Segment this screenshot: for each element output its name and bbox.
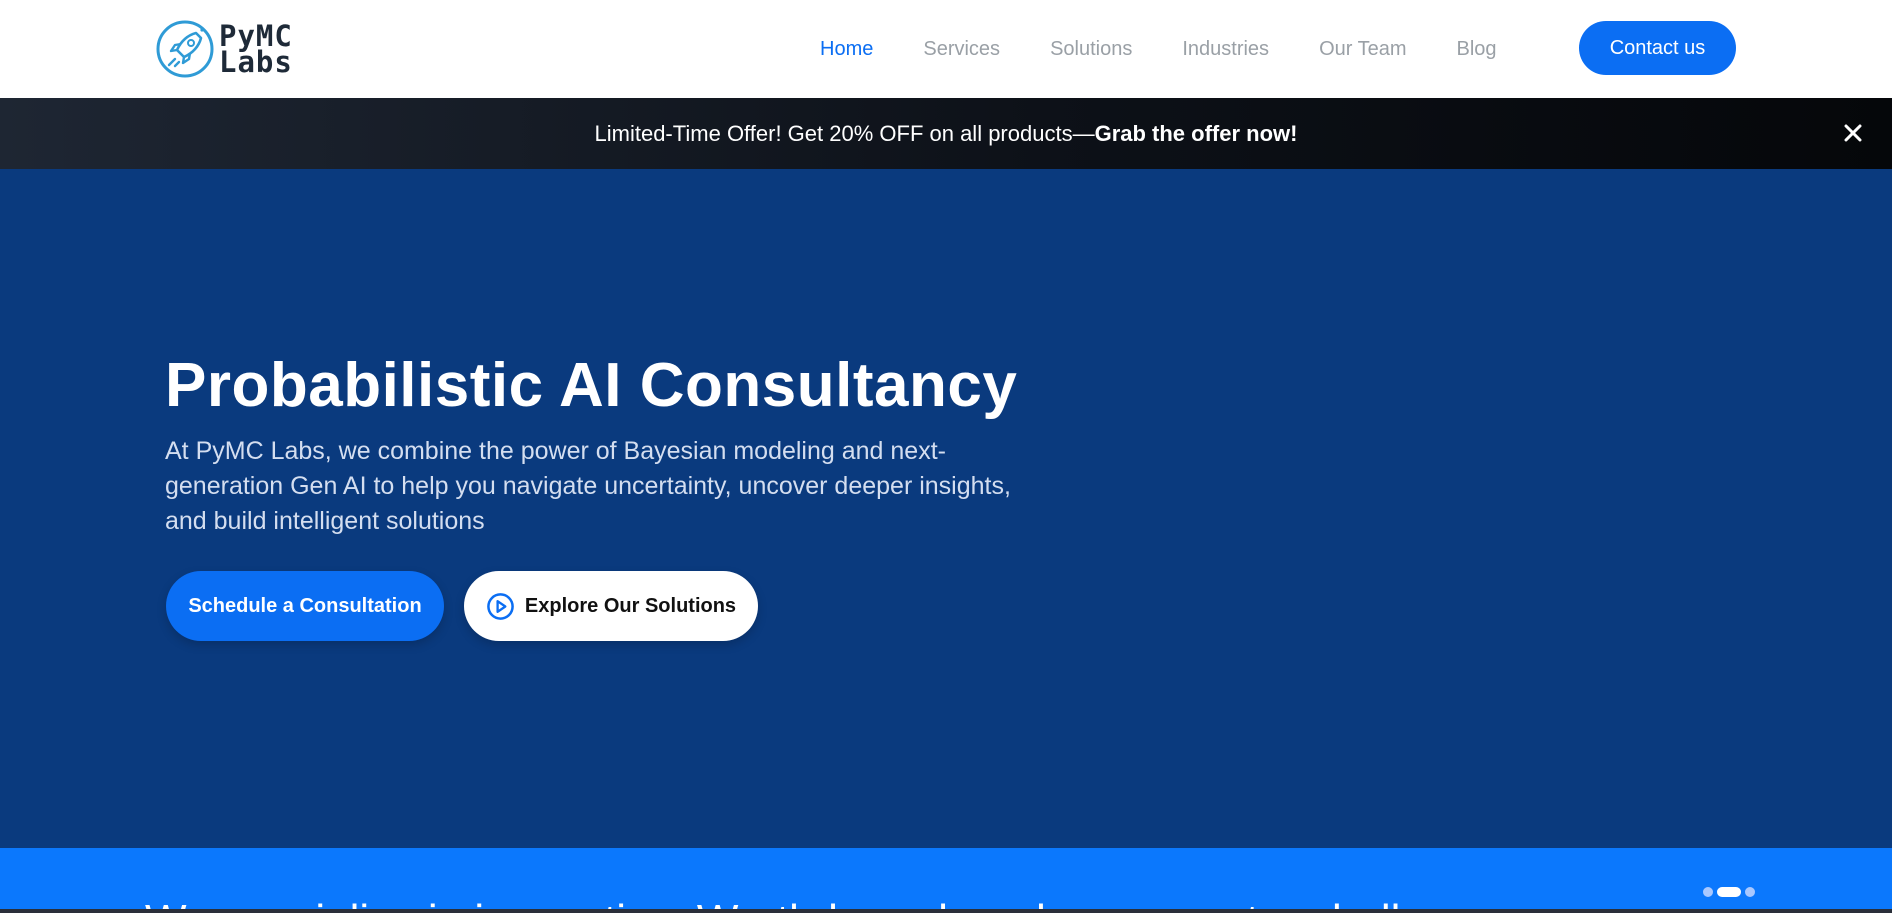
site-header: PyMC Labs Home Services Solutions Indust… [0,0,1892,98]
carousel-dot-active[interactable] [1717,887,1741,897]
explore-solutions-label: Explore Our Solutions [524,594,737,617]
specialize-strip: We specialize in innovative, Worth-based… [0,848,1892,913]
explore-solutions-button[interactable]: Explore Our Solutions [464,571,758,641]
nav-item-industries[interactable]: Industries [1182,38,1269,61]
schedule-consultation-button[interactable]: Schedule a Consultation [166,571,444,641]
promo-banner: Limited-Time Offer! Get 20% OFF on all p… [0,98,1892,169]
rocket-logo-icon [156,20,214,78]
hero-title: Probabilistic AI Consultancy [165,351,1018,420]
carousel-dot[interactable] [1745,887,1755,897]
carousel-dot[interactable] [1703,887,1713,897]
main-nav: Home Services Solutions Industries Our T… [820,0,1497,98]
logo-wordmark: PyMC Labs [219,22,293,79]
promo-text: Limited-Time Offer! Get 20% OFF on all p… [594,120,1095,146]
play-circle-icon [487,592,514,620]
nav-item-home[interactable]: Home [820,38,873,61]
divider [0,909,1892,913]
nav-item-services[interactable]: Services [923,38,1000,61]
nav-item-solutions[interactable]: Solutions [1050,38,1132,61]
logo-line-2: Labs [219,45,293,79]
promo-offer-link[interactable]: Grab the offer now! [1095,121,1298,147]
carousel-dots [1701,887,1757,897]
hero-section: Probabilistic AI Consultancy At PyMC Lab… [0,169,1892,848]
contact-us-button[interactable]: Contact us [1579,21,1736,75]
nav-item-blog[interactable]: Blog [1457,38,1497,61]
hero-subtitle: At PyMC Labs, we combine the power of Ba… [165,437,1011,535]
logo[interactable]: PyMC Labs [155,17,325,81]
nav-item-our-team[interactable]: Our Team [1319,38,1406,61]
close-icon[interactable] [1840,120,1866,146]
